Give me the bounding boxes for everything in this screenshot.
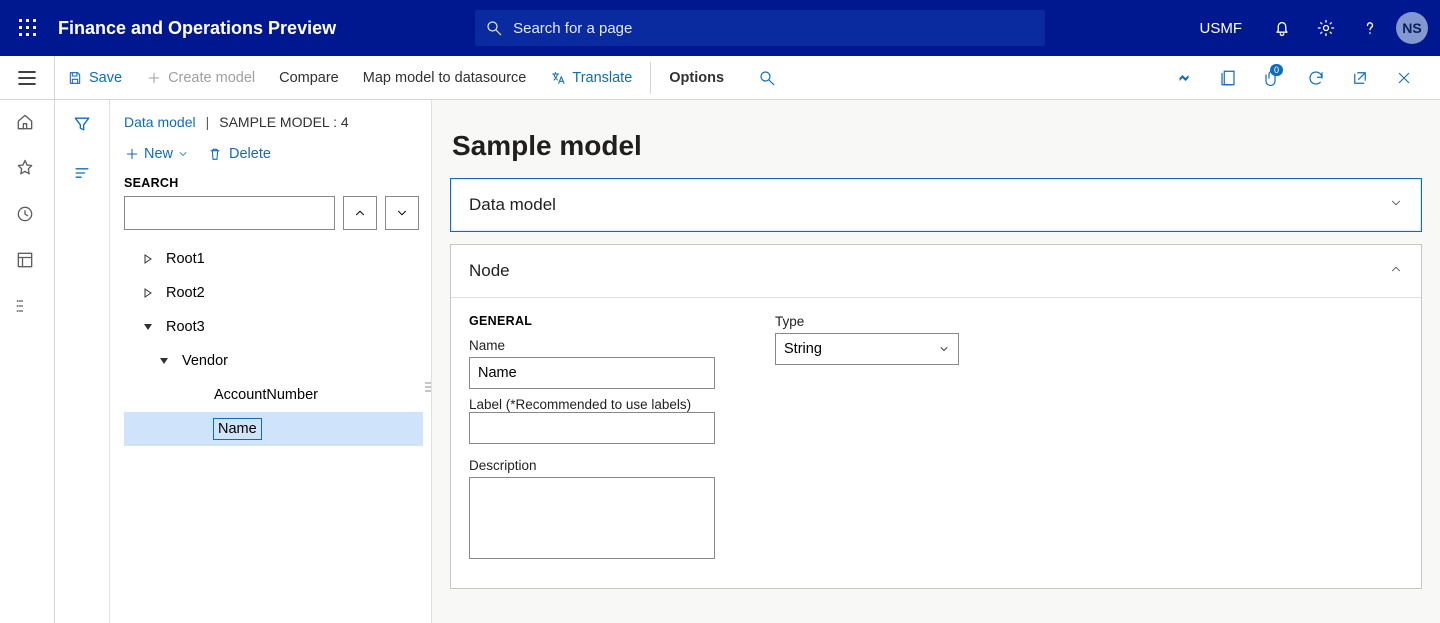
global-search-placeholder: Search for a page (513, 20, 632, 37)
data-model-section[interactable]: Data model (450, 178, 1422, 232)
popout-icon[interactable] (1340, 56, 1380, 100)
search-icon (758, 69, 776, 87)
filter-rail (55, 100, 110, 623)
tree-item-accountnumber[interactable]: AccountNumber (124, 378, 423, 412)
description-field[interactable] (469, 477, 715, 559)
compare-button[interactable]: Compare (267, 56, 351, 100)
tree-item-vendor[interactable]: Vendor (124, 344, 423, 378)
search-prev-button[interactable] (343, 196, 377, 230)
navigation-rail (0, 100, 55, 623)
refresh-icon[interactable] (1296, 56, 1336, 100)
search-icon (485, 19, 503, 37)
create-model-button[interactable]: Create model (134, 56, 267, 100)
name-field-label: Name (469, 338, 715, 353)
global-search[interactable]: Search for a page (475, 10, 1045, 46)
page-title: Sample model (452, 130, 1422, 162)
breadcrumb: Data model | SAMPLE MODEL : 4 (110, 100, 431, 136)
node-section-header[interactable]: Node (451, 245, 1421, 297)
toolbar-search-button[interactable] (736, 56, 788, 100)
tree-search-input[interactable] (124, 196, 335, 230)
tree-item-name[interactable]: Name (124, 412, 423, 446)
workspaces-icon[interactable] (15, 250, 39, 274)
home-icon[interactable] (15, 112, 39, 136)
chevron-down-icon (177, 148, 189, 160)
resize-handle[interactable] (425, 382, 431, 406)
page-toolbar: Save Create model Compare Map model to d… (0, 56, 1440, 100)
modules-icon[interactable] (15, 296, 39, 320)
data-model-section-title: Data model (469, 195, 556, 215)
attachments-icon[interactable]: 0 (1252, 56, 1292, 100)
close-icon[interactable] (1384, 56, 1424, 100)
sort-icon[interactable] (72, 163, 92, 188)
app-header: Finance and Operations Preview Search fo… (0, 0, 1440, 56)
attachments-badge: 0 (1270, 64, 1283, 76)
data-model-tree: Root1 Root2 Root3 Vendor AccountNumber (110, 242, 431, 456)
company-indicator[interactable]: USMF (1200, 20, 1243, 37)
caret-right-icon (143, 288, 153, 298)
user-avatar[interactable]: NS (1396, 12, 1428, 44)
connector-icon[interactable] (1164, 56, 1204, 100)
chevron-up-icon (1389, 261, 1403, 281)
label-field-label: Label (*Recommended to use labels) (469, 397, 715, 412)
node-section-title: Node (469, 261, 510, 281)
app-title: Finance and Operations Preview (58, 18, 336, 39)
document-icon[interactable] (1208, 56, 1248, 100)
trash-icon (207, 146, 223, 162)
name-field[interactable] (469, 357, 715, 389)
plus-icon (146, 70, 162, 86)
type-field[interactable]: String (775, 333, 959, 365)
breadcrumb-current: SAMPLE MODEL : 4 (219, 114, 348, 130)
save-button[interactable]: Save (55, 56, 134, 100)
type-field-label: Type (775, 314, 959, 329)
options-button[interactable]: Options (657, 56, 736, 100)
caret-right-icon (143, 254, 153, 264)
settings-icon[interactable] (1304, 0, 1348, 56)
notifications-icon[interactable] (1260, 0, 1304, 56)
help-icon[interactable] (1348, 0, 1392, 56)
save-icon (67, 70, 83, 86)
type-field-value: String (784, 341, 822, 357)
description-field-label: Description (469, 458, 715, 473)
filter-icon[interactable] (72, 114, 92, 139)
main-pane: Sample model Data model Node GENERAL Nam… (432, 100, 1440, 623)
caret-down-icon (159, 356, 169, 366)
plus-icon (124, 146, 140, 162)
general-label: GENERAL (469, 314, 715, 328)
chevron-down-icon (938, 343, 950, 355)
search-next-button[interactable] (385, 196, 419, 230)
recent-icon[interactable] (15, 204, 39, 228)
chevron-up-icon (353, 206, 367, 220)
waffle-icon[interactable] (12, 19, 44, 37)
translate-button[interactable]: Translate (538, 56, 644, 100)
page-body: Data model | SAMPLE MODEL : 4 New Delete… (0, 100, 1440, 623)
tree-item-root1[interactable]: Root1 (124, 242, 423, 276)
chevron-down-icon (395, 206, 409, 220)
new-button[interactable]: New (124, 146, 189, 162)
node-section: Node GENERAL Name Label (*Recommended to… (450, 244, 1422, 589)
search-label: SEARCH (110, 172, 431, 196)
tree-item-root3[interactable]: Root3 (124, 310, 423, 344)
translate-icon (550, 70, 566, 86)
tree-item-root2[interactable]: Root2 (124, 276, 423, 310)
nav-toggle-button[interactable] (0, 56, 55, 100)
map-model-button[interactable]: Map model to datasource (351, 56, 539, 100)
tree-pane: Data model | SAMPLE MODEL : 4 New Delete… (110, 100, 432, 623)
favorites-icon[interactable] (15, 158, 39, 182)
label-field[interactable] (469, 412, 715, 444)
delete-button[interactable]: Delete (207, 146, 271, 162)
chevron-down-icon (1389, 195, 1403, 215)
caret-down-icon (143, 322, 153, 332)
breadcrumb-link[interactable]: Data model (124, 114, 196, 130)
